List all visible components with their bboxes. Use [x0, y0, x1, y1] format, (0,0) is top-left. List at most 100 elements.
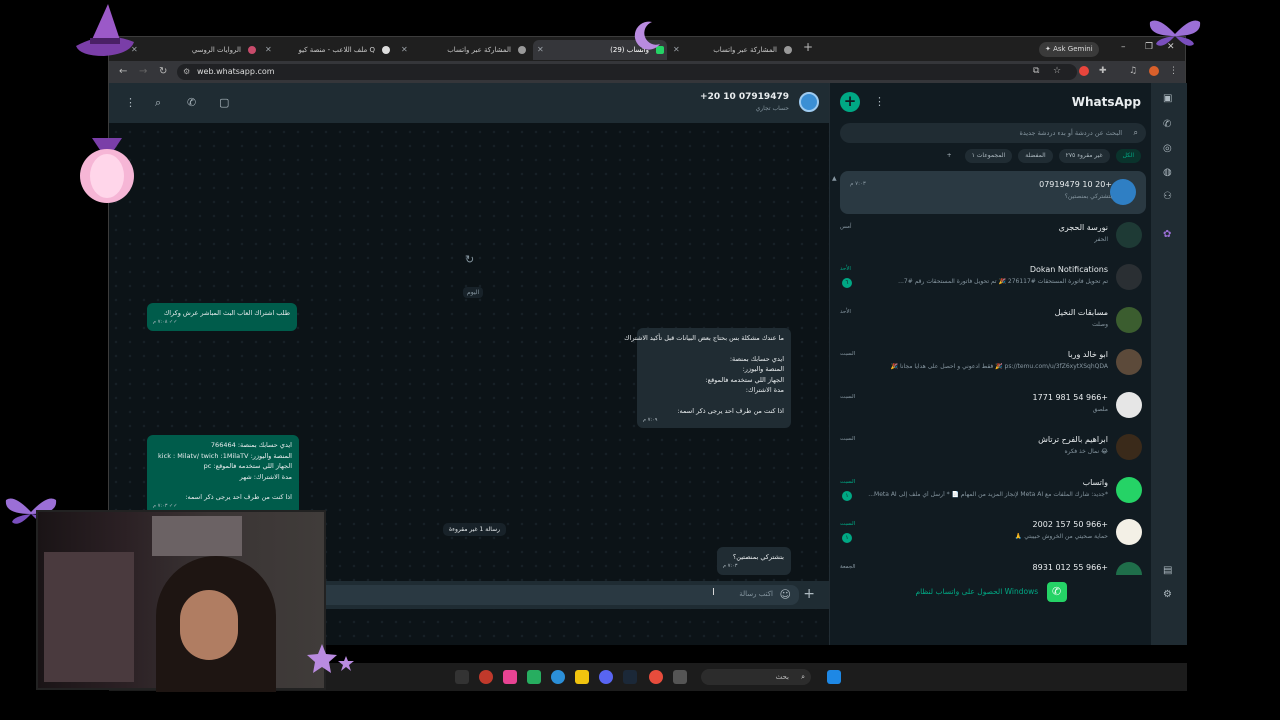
add-filter-button[interactable]: +	[940, 149, 959, 163]
url-field[interactable]: ⚙ web.whatsapp.com	[177, 64, 1077, 80]
ask-gemini-button[interactable]: ✦ Ask Gemini	[1039, 42, 1099, 57]
app-icon[interactable]	[673, 670, 687, 684]
app-icon[interactable]	[479, 670, 493, 684]
media-icon[interactable]: ▤	[1163, 565, 1172, 576]
tab-share-whatsapp-2[interactable]: ✕ المشاركة عبر واتساب	[669, 40, 795, 60]
chat-time: الجمعة	[840, 563, 856, 570]
emoji-icon[interactable]: ☺	[780, 588, 791, 601]
filter-unread[interactable]: غير مقروء ٢٧٥	[1058, 149, 1110, 163]
message-bubble[interactable]: ما عندك مشكلة بس بحتاج بعض البيانات قبل …	[624, 328, 791, 428]
whatsapp-avatar-icon	[1116, 476, 1142, 503]
scroll-up-icon[interactable]: ▲	[832, 175, 837, 182]
chat-row[interactable]: ابو خالد وربا ps://temu.com/u/3fZ6xytXSq…	[830, 341, 1152, 384]
tab-player-profile[interactable]: ✕ ملف اللاعب - منصة كيو Q	[261, 40, 393, 60]
file-explorer-icon[interactable]	[575, 670, 589, 684]
butterfly-icon	[1149, 20, 1201, 46]
chat-row[interactable]: +966 54 981 1771 ملصق السبت	[830, 384, 1152, 427]
contact-avatar[interactable]	[799, 92, 819, 112]
close-icon[interactable]: ✕	[537, 40, 544, 60]
chat-time: السبت	[840, 436, 856, 442]
settings-icon[interactable]: ⚙	[1163, 589, 1172, 600]
chat-row[interactable]: +966 50 157 2002 حماية صحيتي من الخروش ح…	[830, 511, 1152, 554]
app-icon[interactable]	[503, 670, 517, 684]
search-placeholder: البحث عن دردشة أو بدء دردشة جديدة	[1019, 129, 1122, 137]
reload-icon[interactable]: ↻	[159, 66, 167, 77]
tab-label: المشاركة عبر واتساب	[447, 46, 511, 54]
message-bubble[interactable]: طلب اشتراك العاب البث المباشر عرش وكراك …	[147, 303, 297, 331]
message-text: ايدي حسابك بمنصة: 766464	[210, 441, 292, 449]
filter-groups[interactable]: المجموعات ١	[964, 149, 1013, 163]
steam-icon[interactable]	[623, 670, 637, 684]
media-icon[interactable]: ♫	[1129, 66, 1137, 76]
avatar	[1116, 264, 1142, 290]
edge-icon[interactable]	[551, 670, 565, 684]
close-icon[interactable]: ✕	[673, 40, 680, 60]
call-icon[interactable]: ✆	[187, 96, 196, 109]
chat-name: +966 50 157 2002	[1032, 520, 1108, 529]
forward-icon[interactable]: →	[139, 66, 147, 77]
chat-name: واتساب	[1082, 477, 1108, 487]
message-bubble[interactable]: بتشتركي بمنصتين؟ ٧:٠٣ م	[717, 547, 791, 575]
calls-icon[interactable]: ✆	[1163, 119, 1171, 130]
chats-icon[interactable]: ▣	[1163, 93, 1172, 104]
xbox-icon[interactable]	[527, 670, 541, 684]
tab-russian-novels[interactable]: ✕ الروايات الروسي	[127, 40, 259, 60]
chat-row[interactable]: Dokan Notifications تم تحويل فاتورة المس…	[830, 256, 1152, 299]
extensions-icon[interactable]: ✚	[1099, 66, 1107, 76]
chat-row[interactable]: واتساب *جديد: شارك الملفات مع Meta AI لإ…	[830, 469, 1152, 512]
chat-time: الأحد	[840, 308, 851, 315]
new-chat-button[interactable]: +	[840, 92, 860, 112]
message-bubble[interactable]: ايدي حسابك بمنصة: 766464 المنصة واليوزر:…	[147, 435, 299, 515]
tab-label: الروايات الروسي	[191, 46, 241, 54]
tab-share-whatsapp-1[interactable]: ✕ المشاركة عبر واتساب	[397, 40, 529, 60]
chat-row[interactable]: ابراهيم بالفرح ترتاش 😂 نمال خذ فكره السب…	[830, 426, 1152, 469]
chat-preview: 😂 نمال خذ فكره	[1064, 448, 1108, 455]
webcam-overlay	[36, 510, 326, 692]
new-tab-button[interactable]: +	[803, 40, 813, 54]
site-info-icon[interactable]: ⚙	[183, 64, 190, 80]
favicon-icon	[382, 46, 390, 54]
bookmark-star-icon[interactable]: ☆	[1053, 66, 1061, 76]
taskbar-search[interactable]: بحث ⌕	[701, 669, 811, 685]
chat-preview: وصلت	[1092, 320, 1108, 328]
video-call-icon[interactable]: ▢	[219, 96, 229, 109]
url-text: web.whatsapp.com	[197, 67, 275, 76]
channels-icon[interactable]: ◍	[1163, 167, 1172, 178]
meta-ai-icon[interactable]: ✿	[1163, 229, 1171, 240]
unread-badge: ١	[842, 533, 852, 543]
extension-record-icon[interactable]	[1079, 66, 1089, 79]
avatar	[1116, 391, 1142, 418]
epic-games-icon[interactable]	[455, 670, 469, 684]
filter-all[interactable]: الكل	[1115, 149, 1141, 163]
sidebar-menu-icon[interactable]: ⋮	[874, 95, 885, 108]
discord-icon[interactable]	[599, 670, 613, 684]
chat-row[interactable]: مسابقات النخيل وصلت الأحد	[830, 299, 1152, 342]
conversation-header[interactable]: ⋮ ⌕ ✆ ▢ +20 10 07919479 حساب تجاري	[109, 83, 829, 123]
menu-icon[interactable]: ⋮	[125, 96, 136, 109]
get-windows-label: الحصول على واتساب لنظام Windows	[915, 587, 1039, 596]
search-icon[interactable]: ⌕	[155, 96, 161, 110]
chat-row[interactable]: +20 10 07919479 بتشتركي بمنصتين؟ ٧:٠٣ م	[840, 171, 1146, 214]
chat-name: Dokan Notifications	[1029, 265, 1108, 274]
search-icon: ⌕	[1133, 128, 1138, 137]
chat-row[interactable]: نورسة الحجري الحفر أمس	[830, 214, 1152, 257]
back-icon[interactable]: ←	[119, 66, 127, 77]
communities-icon[interactable]: ⚇	[1163, 191, 1172, 202]
status-icon[interactable]: ◎	[1163, 143, 1172, 154]
profile-avatar-icon[interactable]	[1149, 66, 1159, 79]
message-text	[644, 344, 784, 354]
chrome-icon[interactable]	[649, 670, 663, 684]
chat-search-input[interactable]: البحث عن دردشة أو بدء دردشة جديدة ⌕	[840, 123, 1146, 143]
attach-plus-icon[interactable]: +	[803, 586, 815, 602]
close-icon[interactable]: ✕	[265, 40, 272, 60]
cast-icon[interactable]: ⧉	[1033, 66, 1039, 76]
chat-list-sidebar: + ⋮ WhatsApp البحث عن دردشة أو بدء دردشة…	[829, 83, 1151, 645]
close-icon[interactable]: ✕	[401, 40, 408, 60]
chat-preview: بتشتركي بمنصتين؟	[1064, 193, 1112, 200]
minimize-icon[interactable]: –	[1121, 42, 1126, 52]
windows-start-icon[interactable]	[827, 670, 841, 684]
chat-row[interactable]: +966 55 012 8931 الجمعة	[830, 554, 1152, 575]
filter-favorites[interactable]: المفضلة	[1018, 149, 1053, 163]
browser-menu-icon[interactable]: ⋮	[1169, 66, 1178, 76]
get-windows-app-link[interactable]: الحصول على واتساب لنظام Windows ✆	[830, 577, 1152, 607]
